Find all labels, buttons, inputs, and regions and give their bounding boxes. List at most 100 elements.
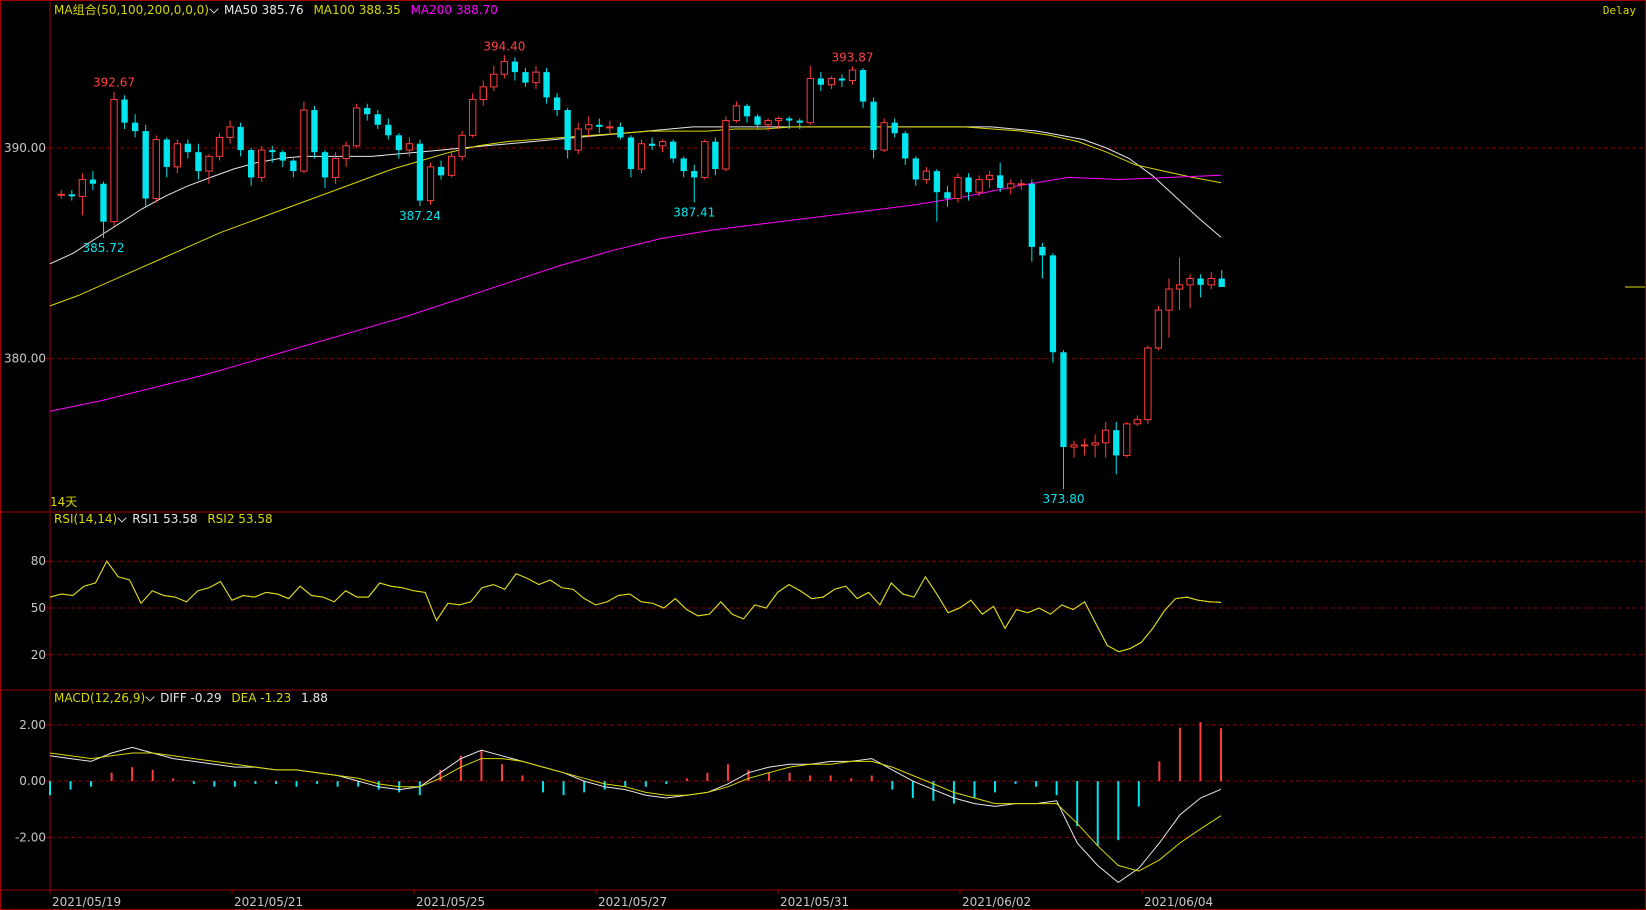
x-date-label: 2021/05/27 (598, 895, 667, 909)
candle-body (364, 107, 371, 115)
ma200-line (49, 174, 1222, 412)
candle-body (627, 137, 635, 170)
ma50-label: MA50 385.76 (223, 3, 304, 17)
candle-body (838, 78, 846, 81)
candle-body (880, 122, 888, 151)
chevron-down-icon[interactable] (145, 692, 155, 702)
diff-label: DIFF -0.29 (160, 691, 222, 705)
candle-body (712, 141, 719, 170)
candle-body (522, 72, 529, 83)
high-price-annotation: 392.67 (93, 76, 135, 90)
candle-body (564, 110, 571, 151)
candle-body (553, 97, 561, 111)
candle-body (248, 150, 255, 178)
rsi2-label: RSI2 53.58 (207, 512, 273, 526)
macd-y-tick-label: -2.00 (15, 830, 46, 844)
candle-body (965, 177, 972, 193)
candle-body (1165, 288, 1173, 311)
candle-body (1017, 183, 1025, 186)
candle-body (817, 78, 825, 85)
candle-body (596, 124, 603, 127)
candle-body (1080, 444, 1089, 447)
candle-body (215, 136, 224, 157)
candle-body (490, 73, 498, 88)
candle-body (385, 124, 392, 136)
macd-y-tick-label: 2.00 (19, 718, 46, 732)
macd-y-tick-label: 0.00 (19, 774, 46, 788)
macd-hist-label: 1.88 (301, 691, 328, 705)
candle-body (416, 143, 424, 201)
candle-body (637, 143, 646, 170)
candle-body (374, 114, 381, 125)
candle-body (395, 135, 403, 151)
candle-body (1007, 183, 1015, 189)
candle-body (902, 133, 909, 159)
candle-body (680, 158, 687, 172)
candle-body (975, 179, 983, 193)
x-date-label: 2021/05/19 (52, 895, 121, 909)
candle-body (774, 117, 783, 122)
candle-body (290, 160, 297, 172)
chevron-down-icon[interactable] (209, 4, 219, 14)
candle-body (89, 179, 97, 184)
candle-body (985, 174, 994, 181)
candle-body (1113, 430, 1120, 456)
candle-body (1154, 309, 1163, 349)
candle-body (511, 61, 519, 73)
rsi-indicator-label[interactable]: RSI(14,14) (54, 512, 117, 526)
candle-body (152, 139, 160, 199)
candle-body (933, 171, 941, 193)
candle-body (68, 194, 75, 197)
candle-body (796, 120, 803, 123)
candle-body (205, 155, 213, 172)
rsi-legend: RSI(14,14) RSI1 53.58 RSI2 53.58 (54, 512, 279, 526)
candle-body (311, 110, 318, 153)
candle-body (321, 152, 329, 178)
candle-body (447, 155, 456, 176)
candle-body (110, 99, 118, 223)
candle-body (479, 86, 487, 101)
candle-body (532, 71, 540, 84)
candle-body (1186, 278, 1194, 286)
rsi-y-tick-label: 80 (31, 554, 46, 568)
candle-body (131, 122, 139, 132)
candle-body (701, 141, 709, 178)
candle-body (722, 120, 730, 170)
candle-body (226, 126, 234, 138)
candle-body (617, 126, 624, 138)
candle-body (1123, 423, 1131, 456)
candle-body (352, 107, 361, 147)
candle-body (806, 77, 814, 124)
candle-body (184, 143, 192, 153)
x-date-label: 2021/05/21 (234, 895, 303, 909)
chart-svg[interactable]: 390.00 380.00 392.67 385.72 394.40 387.24 387.… (0, 0, 1646, 910)
candle-body (743, 105, 751, 117)
candle-body (331, 157, 340, 178)
candle-body (269, 150, 276, 153)
candle-body (458, 134, 466, 157)
rsi2-line (49, 560, 1222, 653)
candle-body (954, 176, 962, 199)
price-indicator-label[interactable]: MA组合(50,100,200,0,0,0) (54, 3, 209, 17)
delay-status: Delay (1602, 4, 1636, 17)
candle-body (574, 128, 582, 151)
ma100-line (49, 126, 1222, 307)
price-y-tick-label: 380.00 (4, 352, 46, 366)
chevron-down-icon[interactable] (117, 513, 127, 523)
low-price-annotation: 373.80 (1042, 492, 1084, 506)
candle-body (1175, 284, 1184, 290)
dea-line (49, 752, 1222, 872)
candle-body (1144, 347, 1152, 421)
diff-line (49, 746, 1222, 884)
ma100-label: MA100 388.35 (313, 3, 401, 17)
candle-body (437, 166, 445, 176)
candle-body (997, 175, 1004, 188)
ma200-label: MA200 388.70 (410, 3, 498, 17)
candle-body (469, 99, 477, 136)
candle-body (500, 61, 509, 75)
candle-body (258, 149, 266, 178)
macd-indicator-label[interactable]: MACD(12,26,9) (54, 691, 145, 705)
candle-body (870, 101, 877, 151)
candle-body (648, 143, 656, 146)
candle-body (543, 72, 550, 98)
